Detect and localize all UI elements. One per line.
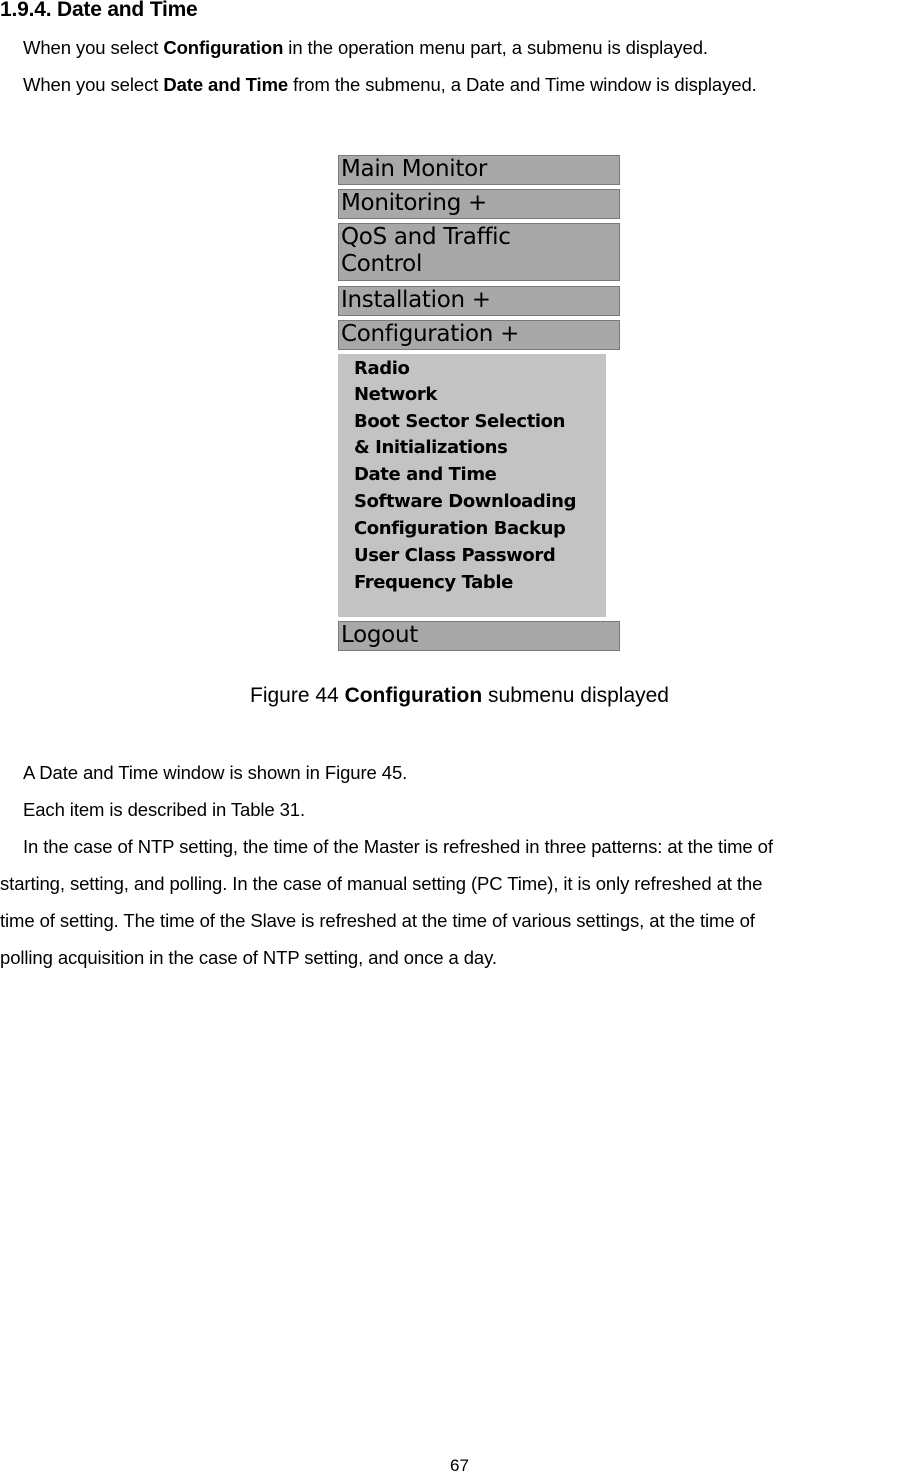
submenu-date-and-time[interactable]: Date and Time [354, 462, 497, 488]
body-line-2: Each item is described in Table 31. [23, 799, 306, 820]
bold-term: Date and Time [163, 74, 289, 95]
text: Figure 44 [250, 684, 345, 707]
submenu-initializations[interactable]: & Initializations [354, 435, 508, 461]
submenu-user-class-password[interactable]: User Class Password [354, 543, 556, 569]
menu-main-monitor[interactable]: Main Monitor [338, 155, 620, 185]
configuration-submenu: Radio Network Boot Sector Selection & In… [338, 354, 606, 617]
bold-term: Configuration [163, 37, 284, 58]
bold-term: Configuration [344, 684, 483, 707]
body-line-4: starting, setting, and polling. In the c… [0, 873, 763, 894]
menu-label-line1: QoS and Traffic [341, 224, 511, 250]
submenu-radio[interactable]: Radio [354, 356, 410, 382]
body-line-5: time of setting. The time of the Slave i… [0, 910, 755, 931]
body-line-1: A Date and Time window is shown in Figur… [23, 762, 408, 783]
section-heading: 1.9.4. Date and Time [0, 0, 198, 21]
intro-line-2: When you select Date and Time from the s… [23, 74, 757, 96]
text: from the submenu, a Date and Time window… [288, 74, 757, 95]
figure-caption: Figure 44 Configuration submenu displaye… [0, 684, 919, 708]
body-line-3: In the case of NTP setting, the time of … [23, 836, 773, 857]
body-line-6: polling acquisition in the case of NTP s… [0, 947, 497, 968]
menu-configuration[interactable]: Configuration + [338, 320, 620, 350]
menu-installation[interactable]: Installation + [338, 286, 620, 316]
submenu-configuration-backup[interactable]: Configuration Backup [354, 516, 566, 542]
intro-line-1: When you select Configuration in the ope… [23, 37, 708, 59]
submenu-boot-sector-selection[interactable]: Boot Sector Selection [354, 409, 565, 435]
menu-label-line2: Control [341, 251, 423, 277]
menu-monitoring[interactable]: Monitoring + [338, 189, 620, 219]
submenu-frequency-table[interactable]: Frequency Table [354, 570, 513, 596]
page-number: 67 [450, 1456, 469, 1475]
menu-qos-traffic-control[interactable]: QoS and Traffic Control [338, 223, 620, 281]
submenu-software-downloading[interactable]: Software Downloading [354, 489, 576, 515]
text: in the operation menu part, a submenu is… [283, 37, 708, 58]
text: When you select [23, 74, 164, 95]
text: submenu displayed [482, 684, 669, 707]
menu-logout[interactable]: Logout [338, 621, 620, 651]
submenu-network[interactable]: Network [354, 382, 437, 408]
text: When you select [23, 37, 164, 58]
